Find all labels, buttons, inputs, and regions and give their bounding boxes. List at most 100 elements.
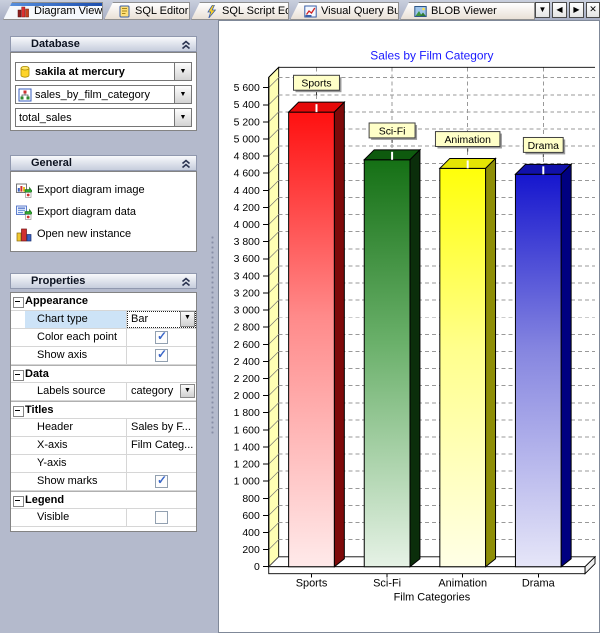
tab-sql-editor[interactable]: SQL Editor: ... <box>104 2 190 20</box>
visual-query-builder-icon <box>304 5 317 18</box>
svg-text:4 600: 4 600 <box>234 169 260 180</box>
tab-close-button[interactable]: ✕ <box>586 2 600 18</box>
legend-visible-checkbox[interactable] <box>155 511 168 524</box>
export-diagram-data-action[interactable]: Export diagram data <box>16 203 136 220</box>
database-section-header[interactable]: Database <box>10 36 197 52</box>
object-combobox[interactable]: sales_by_film_category ▼ <box>15 85 192 104</box>
svg-text:5 400: 5 400 <box>234 100 260 111</box>
group-label: Appearance <box>25 293 196 310</box>
property-group-appearance[interactable]: Appearance <box>11 293 196 311</box>
tab-label: BLOB Viewer <box>431 5 497 17</box>
tab-visual-query-builder[interactable]: Visual Query Builder <box>290 2 399 20</box>
property-group-data[interactable]: Data <box>11 365 196 383</box>
svg-text:400: 400 <box>242 528 260 539</box>
svg-text:Sports: Sports <box>301 79 331 90</box>
show-axis-checkbox[interactable] <box>155 349 168 362</box>
new-instance-icon <box>16 226 32 242</box>
property-row-x-axis[interactable]: X-axis Film Categ... <box>11 437 196 455</box>
x-axis-value-field[interactable]: Film Categ... <box>127 437 196 454</box>
collapse-minus-icon[interactable] <box>13 496 24 507</box>
svg-text:Film Categories: Film Categories <box>394 592 471 604</box>
collapse-minus-icon[interactable] <box>13 406 24 417</box>
tab-blob-viewer[interactable]: BLOB Viewer <box>400 2 535 20</box>
tab-sql-script-editor[interactable]: SQL Script Editor <box>191 2 289 20</box>
property-grid: Appearance Chart type Bar ▼ Color each p… <box>10 292 197 532</box>
svg-text:2 600: 2 600 <box>234 340 260 351</box>
property-row-show-axis[interactable]: Show axis <box>11 347 196 365</box>
export-diagram-image-action[interactable]: Export diagram image <box>16 181 145 198</box>
action-label: Export diagram data <box>37 206 136 218</box>
svg-text:Animation: Animation <box>438 578 487 590</box>
tab-label: Diagram Viewer <box>34 5 103 17</box>
connection-value: sakila at mercury <box>32 66 174 78</box>
collapse-minus-icon[interactable] <box>13 297 24 308</box>
show-marks-checkbox[interactable] <box>155 475 168 488</box>
header-value-field[interactable]: Sales by F... <box>127 419 196 436</box>
property-row-header[interactable]: Header Sales by F... <box>11 419 196 437</box>
connection-dropdown-button[interactable]: ▼ <box>174 63 191 80</box>
svg-text:1 200: 1 200 <box>234 460 260 471</box>
property-value: Bar <box>131 313 148 325</box>
object-dropdown-button[interactable]: ▼ <box>174 86 191 103</box>
splitter-grip[interactable] <box>210 235 215 435</box>
group-label: Titles <box>25 402 196 418</box>
general-section-header[interactable]: General <box>10 155 197 171</box>
database-panel: sakila at mercury ▼ sales_by_film_catego… <box>10 52 197 131</box>
chart-type-dropdown[interactable]: Bar ▼ <box>127 311 196 328</box>
collapse-minus-icon[interactable] <box>13 370 24 381</box>
database-section-title: Database <box>31 38 80 50</box>
collapse-chevron-icon[interactable] <box>181 277 191 287</box>
svg-text:2 400: 2 400 <box>234 357 260 368</box>
dropdown-arrow-button[interactable]: ▼ <box>180 384 195 398</box>
field-dropdown-button[interactable]: ▼ <box>174 109 191 126</box>
property-row-y-axis[interactable]: Y-axis <box>11 455 196 473</box>
svg-text:5 600: 5 600 <box>234 83 260 94</box>
svg-text:1 000: 1 000 <box>234 477 260 488</box>
properties-section-title: Properties <box>31 275 85 287</box>
svg-text:1 400: 1 400 <box>234 442 260 453</box>
labels-source-dropdown[interactable]: category ▼ <box>127 383 196 400</box>
svg-text:3 400: 3 400 <box>234 271 260 282</box>
property-name: X-axis <box>25 437 127 454</box>
tab-scroll-right-button[interactable]: ▶ <box>569 2 584 18</box>
svg-text:0: 0 <box>254 562 260 573</box>
tab-scroll-left-button[interactable]: ◀ <box>552 2 567 18</box>
property-name: Show axis <box>25 347 127 364</box>
property-row-show-marks[interactable]: Show marks <box>11 473 196 491</box>
property-row-chart-type[interactable]: Chart type Bar ▼ <box>11 311 196 329</box>
collapse-chevron-icon[interactable] <box>181 159 191 169</box>
svg-text:Drama: Drama <box>528 141 560 152</box>
property-name: Color each point <box>25 329 127 346</box>
svg-text:5 200: 5 200 <box>234 117 260 128</box>
collapse-chevron-icon[interactable] <box>181 40 191 50</box>
property-row-labels-source[interactable]: Labels source category ▼ <box>11 383 196 401</box>
property-row-color-each-point[interactable]: Color each point <box>11 329 196 347</box>
properties-section-header[interactable]: Properties <box>10 273 197 289</box>
view-icon <box>18 88 32 102</box>
svg-text:1 600: 1 600 <box>234 425 260 436</box>
property-group-titles[interactable]: Titles <box>11 401 196 419</box>
action-label: Export diagram image <box>37 184 145 196</box>
group-label: Legend <box>25 492 196 508</box>
svg-text:2 200: 2 200 <box>234 374 260 385</box>
connection-combobox[interactable]: sakila at mercury ▼ <box>15 62 192 81</box>
property-group-legend[interactable]: Legend <box>11 491 196 509</box>
object-value: sales_by_film_category <box>32 89 174 101</box>
svg-text:200: 200 <box>242 545 260 556</box>
property-row-visible[interactable]: Visible <box>11 509 196 527</box>
svg-text:2 000: 2 000 <box>234 391 260 402</box>
color-each-point-checkbox[interactable] <box>155 331 168 344</box>
y-axis-value-field[interactable] <box>127 455 196 472</box>
tab-list-dropdown-button[interactable]: ▼ <box>535 2 550 18</box>
dropdown-arrow-button[interactable]: ▼ <box>180 311 195 327</box>
tab-bar: Diagram Viewer SQL Editor: ... SQL Scrip… <box>0 0 600 20</box>
svg-text:Sci-Fi: Sci-Fi <box>373 578 401 590</box>
tab-diagram-viewer[interactable]: Diagram Viewer <box>3 2 103 20</box>
sql-script-editor-icon <box>205 5 218 18</box>
svg-text:4 000: 4 000 <box>234 220 260 231</box>
field-combobox[interactable]: total_sales ▼ <box>15 108 192 127</box>
diagram-viewer-window: Diagram Viewer SQL Editor: ... SQL Scrip… <box>0 0 600 633</box>
sidebar-splitter[interactable] <box>206 20 218 633</box>
property-name: Header <box>25 419 127 436</box>
open-new-instance-action[interactable]: Open new instance <box>16 225 131 242</box>
